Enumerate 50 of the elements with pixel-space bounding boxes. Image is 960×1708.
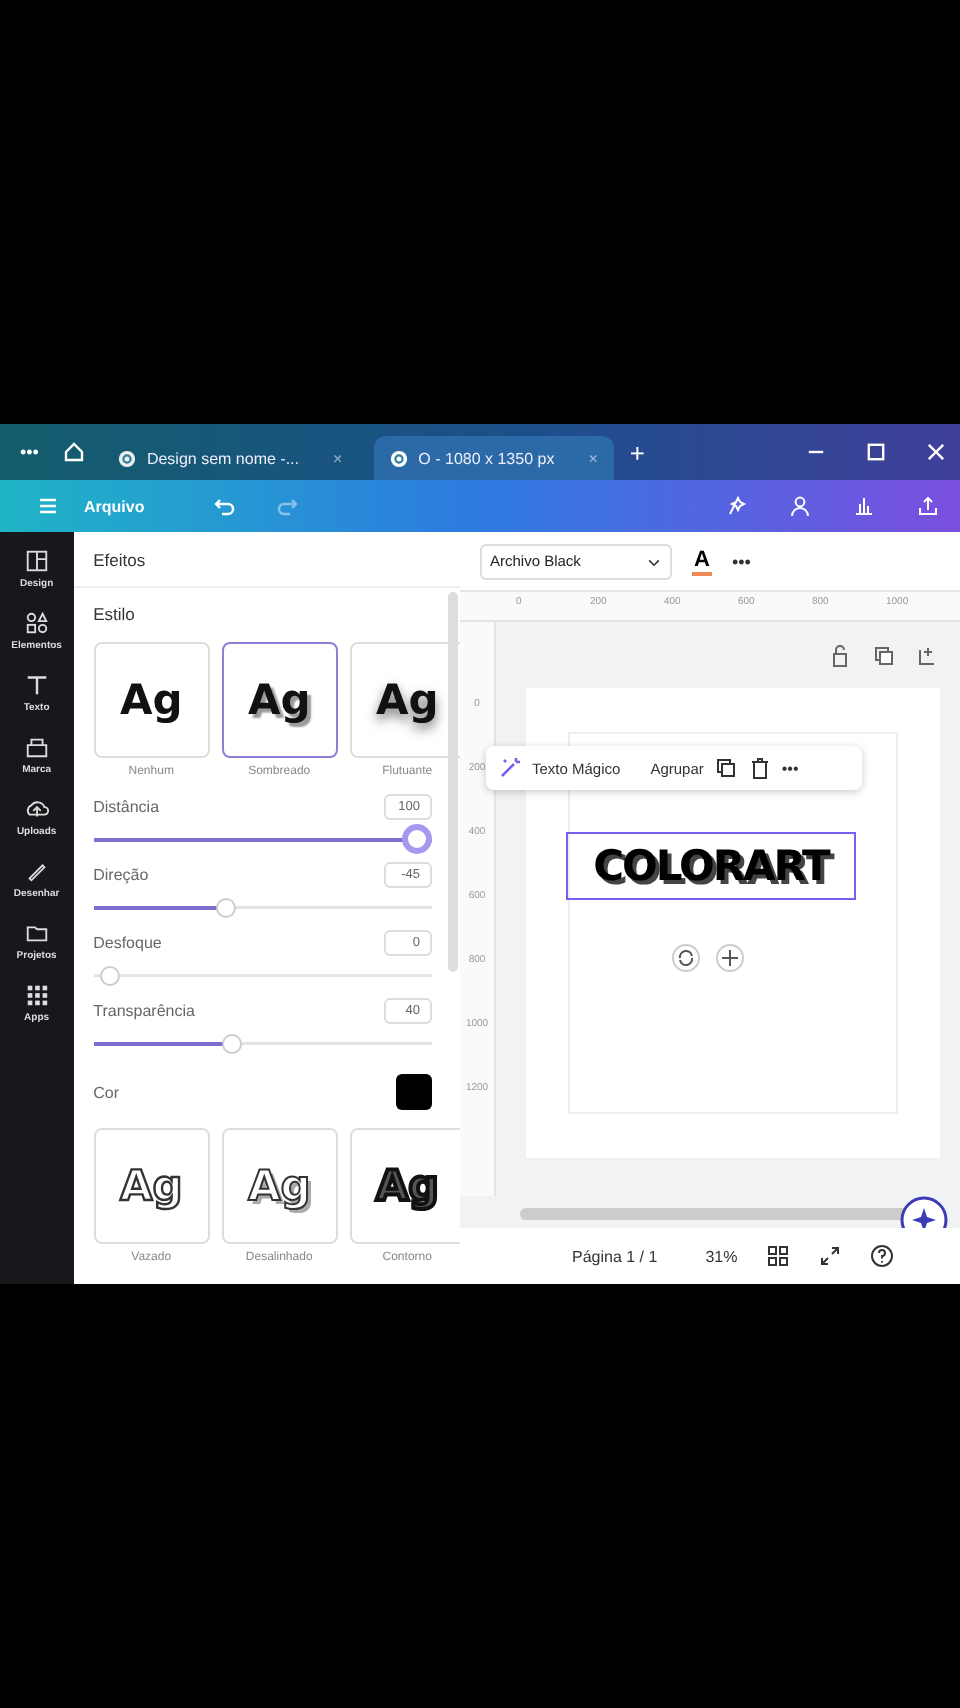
grid-view-icon[interactable]: [765, 1244, 790, 1268]
duplicate-icon[interactable]: [713, 756, 738, 780]
text-color-button[interactable]: A: [692, 547, 712, 575]
draw-icon: [23, 858, 50, 884]
menu-icon[interactable]: [36, 494, 60, 518]
lock-icon[interactable]: [828, 644, 852, 668]
maximize-icon[interactable]: [864, 440, 888, 464]
effect-card[interactable]: Ag: [221, 1128, 338, 1244]
people-icon[interactable]: [788, 494, 812, 518]
more-button[interactable]: •••: [731, 551, 751, 571]
slider-label: Direção: [93, 866, 149, 884]
trash-icon[interactable]: [747, 756, 772, 780]
tab-favicon-icon: [118, 449, 137, 467]
undo-icon[interactable]: [212, 494, 237, 518]
slider-label: Desfoque: [93, 934, 162, 952]
tab-favicon-icon: [390, 449, 409, 467]
selected-text[interactable]: COLORART: [566, 832, 856, 900]
color-swatch[interactable]: [396, 1074, 432, 1110]
close-icon[interactable]: [924, 440, 948, 464]
menu-dots[interactable]: •••: [12, 442, 47, 462]
effect-card[interactable]: Ag: [221, 642, 338, 758]
home-icon[interactable]: [62, 440, 87, 464]
help-icon[interactable]: [869, 1244, 894, 1268]
page-indicator[interactable]: Página 1 / 1: [572, 1247, 658, 1265]
upload-icon: [23, 796, 50, 822]
section-title: Estilo: [93, 604, 137, 624]
magic-wand-icon[interactable]: [498, 756, 522, 780]
effect-card[interactable]: Ag: [93, 642, 210, 758]
slider-label: Distância: [93, 798, 160, 816]
elements-icon: [23, 610, 50, 636]
color-label: Cor: [93, 1083, 119, 1101]
slider-label: Transparência: [93, 1002, 195, 1020]
new-tab-button[interactable]: +: [629, 437, 645, 467]
share-icon[interactable]: [916, 494, 940, 518]
text-icon: [23, 672, 50, 698]
fullscreen-icon[interactable]: [817, 1244, 842, 1268]
browser-tab[interactable]: Design sem nome -... ×: [102, 436, 359, 480]
move-icon[interactable]: [716, 944, 744, 972]
sparkle-icon[interactable]: [724, 494, 748, 518]
effect-card[interactable]: Ag: [93, 1128, 210, 1244]
design-icon: [23, 548, 50, 574]
browser-tab[interactable]: O - 1080 x 1350 px ×: [374, 436, 614, 480]
duplicate-icon[interactable]: [872, 644, 896, 668]
zoom-level[interactable]: 31%: [705, 1247, 738, 1265]
rotate-icon[interactable]: [672, 944, 700, 972]
apps-icon: [23, 982, 50, 1008]
chart-icon[interactable]: [852, 494, 876, 518]
brand-icon: [23, 734, 50, 760]
more-button[interactable]: •••: [781, 759, 799, 777]
add-page-icon[interactable]: [916, 644, 940, 668]
